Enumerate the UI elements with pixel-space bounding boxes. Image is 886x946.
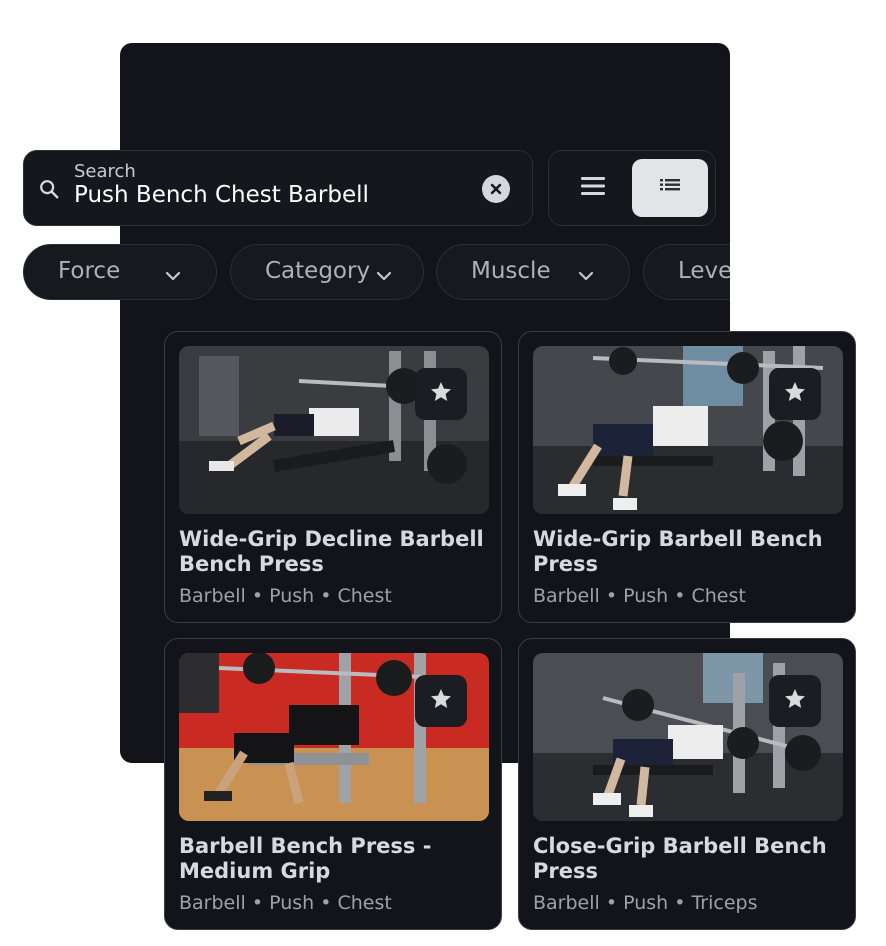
exercise-card[interactable]: Wide-Grip Decline Barbell Bench Press Ba… — [164, 331, 502, 623]
search-box[interactable]: Search — [23, 150, 533, 226]
exercise-thumbnail — [179, 653, 489, 821]
view-mode-toggle — [548, 150, 716, 226]
exercise-browser: Search Push Bench Chest Barbell Force Ca… — [0, 0, 886, 946]
list-view-button[interactable] — [555, 159, 631, 217]
search-label: Search — [74, 161, 136, 182]
favorite-button[interactable] — [769, 675, 821, 727]
detail-list-icon — [660, 178, 680, 198]
favorite-button[interactable] — [415, 675, 467, 727]
filter-label: Force — [58, 258, 121, 284]
detail-view-button[interactable] — [632, 159, 708, 217]
exercise-meta: Barbell • Push • Chest — [533, 585, 746, 607]
star-icon — [783, 380, 807, 408]
exercise-meta: Barbell • Push • Chest — [179, 585, 392, 607]
exercise-title: Wide-Grip Decline Barbell Bench Press — [179, 527, 484, 576]
star-icon — [429, 380, 453, 408]
clear-search-icon[interactable] — [482, 175, 510, 203]
search-icon — [38, 178, 60, 200]
filter-force[interactable]: Force — [23, 244, 217, 300]
star-icon — [783, 687, 807, 715]
favorite-button[interactable] — [415, 368, 467, 420]
exercise-meta: Barbell • Push • Chest — [179, 892, 392, 914]
exercise-thumbnail — [533, 346, 843, 514]
chevron-down-icon — [375, 265, 393, 283]
exercise-thumbnail — [179, 346, 489, 514]
exercise-card[interactable]: Close-Grip Barbell Bench Press Barbell •… — [518, 638, 856, 930]
filter-level[interactable]: Level — [643, 244, 730, 300]
filter-label: Muscle — [471, 258, 551, 284]
search-input[interactable] — [74, 182, 474, 208]
menu-icon — [580, 175, 606, 201]
filter-label: Category — [265, 258, 371, 284]
exercise-title: Barbell Bench Press - Medium Grip — [179, 834, 432, 883]
chevron-down-icon — [164, 265, 182, 283]
star-icon — [429, 687, 453, 715]
filter-category[interactable]: Category — [230, 244, 424, 300]
exercise-card[interactable]: Barbell Bench Press - Medium Grip Barbel… — [164, 638, 502, 930]
filter-muscle[interactable]: Muscle — [436, 244, 630, 300]
exercise-thumbnail — [533, 653, 843, 821]
filter-label: Level — [678, 258, 730, 284]
exercise-title: Close-Grip Barbell Bench Press — [533, 834, 827, 883]
exercise-meta: Barbell • Push • Triceps — [533, 892, 758, 914]
exercise-title: Wide-Grip Barbell Bench Press — [533, 527, 823, 576]
chevron-down-icon — [577, 265, 595, 283]
exercise-card[interactable]: Wide-Grip Barbell Bench Press Barbell • … — [518, 331, 856, 623]
favorite-button[interactable] — [769, 368, 821, 420]
filter-chips: Force Category Muscle Level — [0, 244, 730, 302]
